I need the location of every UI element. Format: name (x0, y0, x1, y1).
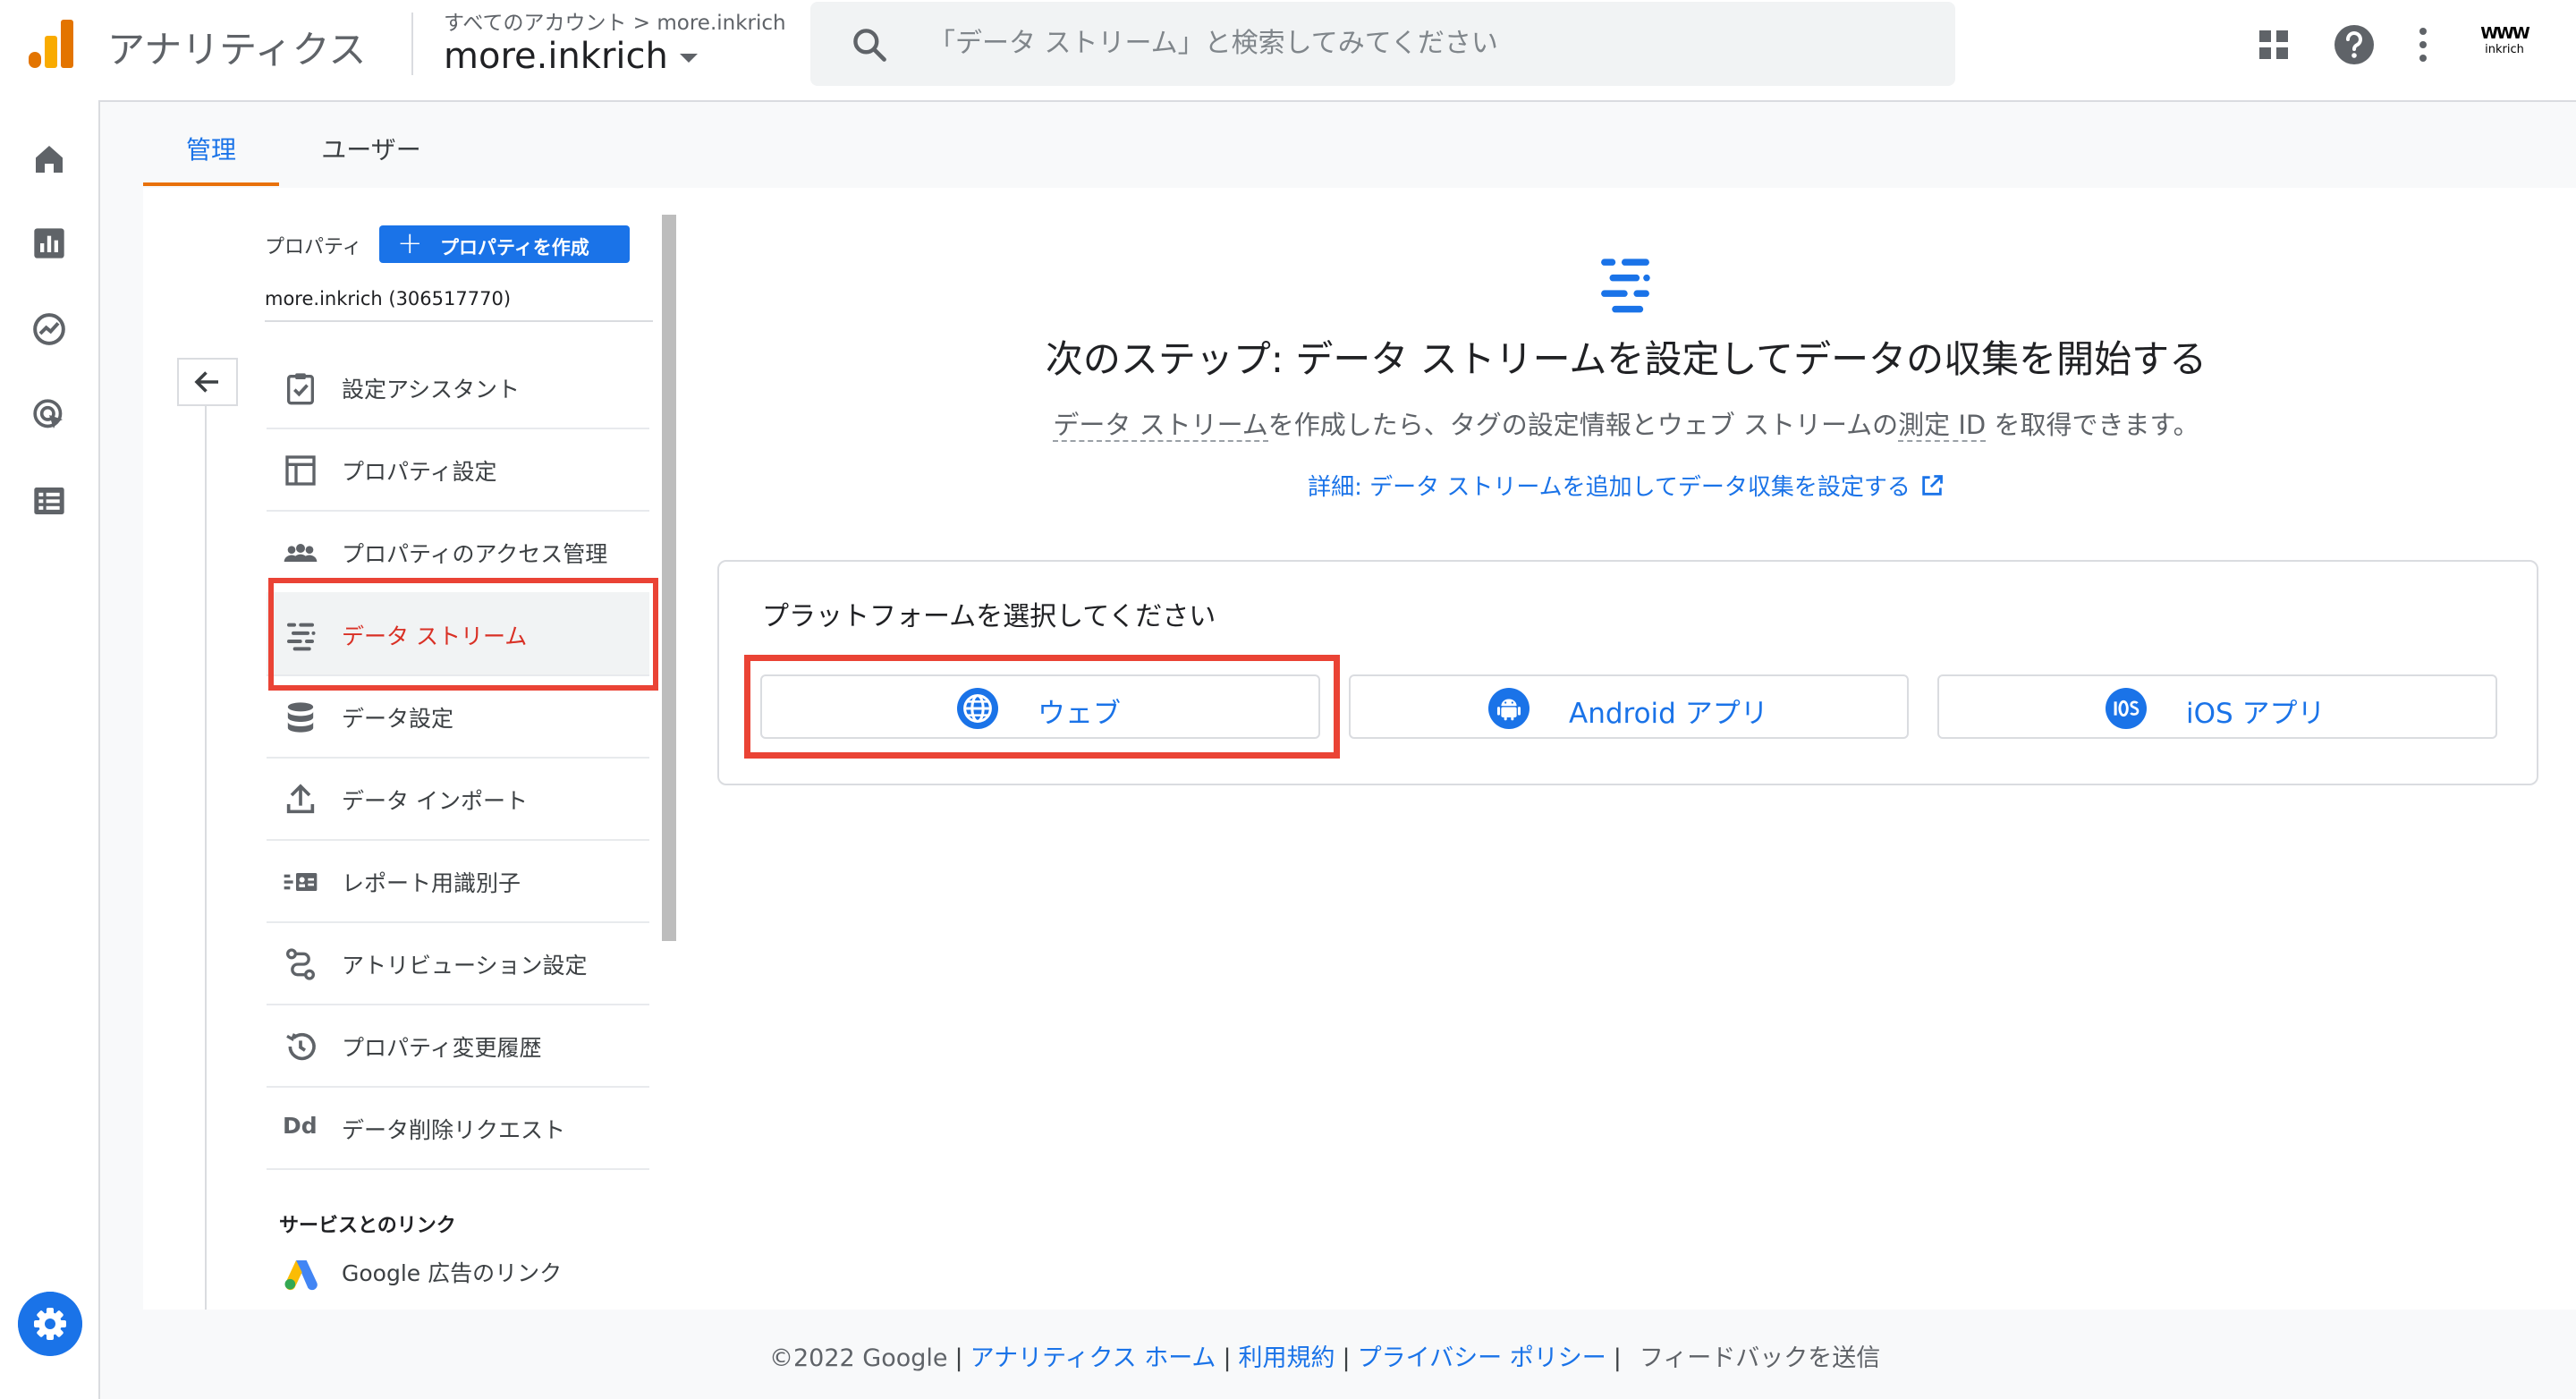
menu-item-label: 設定アシスタント (342, 377, 521, 403)
highlight-box-data-streams (268, 578, 658, 691)
history-icon (286, 1032, 316, 1061)
arrow-back-icon (194, 371, 218, 393)
account-selector[interactable]: more.inkrich (444, 36, 668, 77)
help-icon[interactable] (2333, 23, 2376, 66)
highlight-box-web (744, 655, 1340, 759)
back-button[interactable] (177, 358, 238, 406)
create-property-label: プロパティを作成 (440, 237, 589, 259)
ios-icon (2106, 688, 2147, 729)
home-icon[interactable] (31, 141, 67, 177)
platform-android-button[interactable]: Android アプリ (1349, 674, 1909, 739)
next-step-description: データ ストリームを作成したら、タグの設定情報とウェブ ストリームの測定 ID … (676, 404, 2576, 442)
brand-mark: WWW (2480, 24, 2530, 43)
database-icon (287, 702, 314, 733)
active-tab-indicator (143, 182, 279, 186)
checklist-icon (287, 373, 314, 405)
next-step-heading: 次のステップ: データ ストリームを設定してデータの収集を開始する (1045, 337, 2207, 381)
menu-item-label: データ設定 (342, 706, 454, 732)
menu-item-label: データ削除リクエスト (342, 1117, 566, 1143)
description-end: を取得できます。 (1986, 410, 2199, 440)
account-breadcrumb[interactable]: すべてのアカウント > more.inkrich (444, 5, 786, 36)
tab-user[interactable]: ユーザー (304, 123, 438, 188)
dd-icon: Dd (283, 1113, 318, 1139)
android-icon (1488, 688, 1530, 729)
footer-link-analytics-home[interactable]: アナリティクス ホーム (970, 1344, 1216, 1372)
data-stream-term[interactable]: データ ストリーム (1053, 410, 1268, 442)
more-vert-icon[interactable] (2417, 25, 2429, 64)
brand-text: inkrich (2485, 43, 2524, 56)
configure-list-icon[interactable] (31, 483, 67, 519)
platform-android-label: Android アプリ (1569, 698, 1768, 730)
layout-icon (285, 455, 316, 486)
menu-item-google-ads-links[interactable]: Google 広告のリンク (267, 1234, 649, 1310)
learn-more-link[interactable]: 詳細: データ ストリームを追加してデータ収集を設定する (676, 469, 2576, 502)
menu-item-label: データ インポート (342, 788, 528, 814)
send-feedback-button[interactable]: フィードバックを送信 (1640, 1344, 1880, 1372)
top-app-bar: アナリティクス すべてのアカウント > more.inkrich more.in… (0, 0, 2576, 102)
tab-admin-label: 管理 (185, 135, 236, 165)
account-avatar[interactable]: WWW inkrich (2474, 25, 2535, 66)
search-bar[interactable] (810, 2, 1955, 86)
platform-selection-title: プラットフォームを選択してください (762, 601, 1216, 632)
people-icon (284, 544, 318, 562)
platform-ios-button[interactable]: iOS アプリ (1937, 674, 2497, 739)
caret-down-icon[interactable] (680, 54, 698, 63)
explore-icon[interactable] (31, 311, 67, 347)
menu-item-label: プロパティ設定 (342, 459, 497, 485)
property-column-label: プロパティ (265, 236, 362, 259)
upload-icon (286, 784, 315, 814)
menu-item-label: アトリビューション設定 (342, 953, 588, 979)
reports-icon[interactable] (31, 225, 67, 261)
menu-tree-line (205, 404, 207, 1310)
menu-item-property-settings[interactable]: プロパティ設定 (267, 428, 649, 512)
product-name: アナリティクス (107, 28, 367, 72)
advertising-icon[interactable] (31, 397, 67, 433)
menu-item-label: Google 広告のリンク (342, 1260, 563, 1286)
apps-grid-icon[interactable] (2258, 29, 2290, 61)
tab-admin[interactable]: 管理 (143, 123, 279, 188)
menu-item-label: プロパティ変更履歴 (342, 1035, 542, 1061)
menu-item-data-import[interactable]: データ インポート (267, 757, 649, 841)
menu-item-label: レポート用識別子 (342, 870, 521, 896)
footer-links: ©2022 Google | アナリティクス ホーム | 利用規約 | プライバシー ポリシ… (769, 1344, 1881, 1372)
header-divider (411, 13, 413, 75)
learn-more-link-text: 詳細: データ ストリームを追加してデータ収集を設定する (1308, 474, 1911, 501)
menu-item-attribution-settings[interactable]: アトリビューション設定 (267, 921, 649, 1005)
platform-ios-label: iOS アプリ (2186, 698, 2326, 730)
menu-item-change-history[interactable]: プロパティ変更履歴 (267, 1004, 649, 1088)
description-middle: を作成したら、タグの設定情報とウェブ ストリームの (1267, 410, 1899, 440)
create-property-button[interactable]: + プロパティを作成 (379, 225, 630, 263)
admin-settings-gear-icon[interactable] (18, 1292, 82, 1356)
attribution-icon (286, 948, 315, 980)
footer-link-privacy[interactable]: プライバシー ポリシー (1358, 1344, 1606, 1372)
menu-item-label: プロパティのアクセス管理 (342, 541, 608, 567)
open-in-new-icon (1922, 475, 1943, 496)
analytics-logo-icon[interactable] (25, 16, 75, 73)
plus-icon: + (397, 225, 423, 261)
footer-copyright: ©2022 Google (769, 1344, 948, 1372)
left-nav-rail (0, 100, 100, 1399)
property-selector[interactable]: more.inkrich (306517770) (265, 288, 511, 309)
identity-icon (284, 873, 318, 891)
footer-link-terms[interactable]: 利用規約 (1239, 1344, 1335, 1372)
measurement-id-term[interactable]: 測定 ID (1898, 410, 1987, 442)
menu-item-setup-assistant[interactable]: 設定アシスタント (267, 345, 649, 429)
google-ads-icon (284, 1260, 318, 1291)
property-divider (265, 320, 653, 322)
search-input[interactable] (927, 21, 1914, 64)
tab-user-label: ユーザー (321, 135, 421, 165)
menu-item-reporting-identity[interactable]: レポート用識別子 (267, 839, 649, 923)
data-stream-hero-icon (1601, 259, 1650, 313)
search-icon[interactable] (850, 25, 889, 64)
menu-item-data-deletion-requests[interactable]: Dd データ削除リクエスト (267, 1086, 649, 1170)
